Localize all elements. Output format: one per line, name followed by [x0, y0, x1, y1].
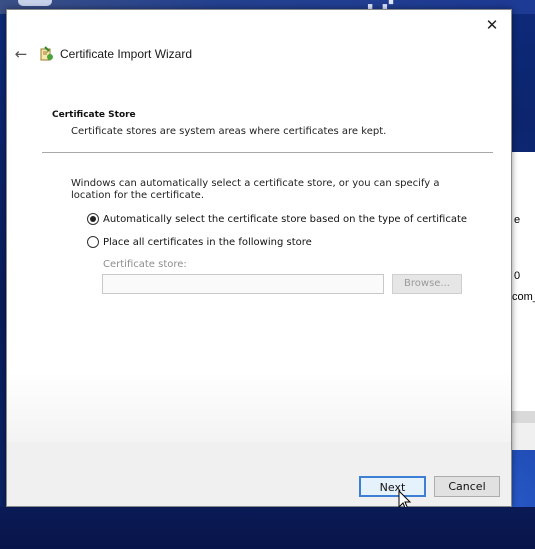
header-divider	[42, 152, 493, 153]
certificate-store-input[interactable]	[102, 274, 384, 294]
bg-text-fragment: e	[514, 214, 521, 226]
certificate-import-wizard: ✕ ← Certificate Import Wizard Certificat…	[6, 9, 512, 511]
cancel-button[interactable]: Cancel	[434, 476, 500, 497]
section-description: Certificate stores are system areas wher…	[71, 126, 387, 137]
taskbar-area	[0, 507, 535, 549]
desktop-cloud-shape	[18, 0, 52, 6]
section-title: Certificate Store	[52, 110, 136, 120]
option-auto-select[interactable]: Automatically select the certificate sto…	[87, 212, 467, 226]
bg-footer	[511, 423, 535, 450]
back-arrow-button[interactable]: ←	[11, 44, 31, 64]
option-auto-select-label: Automatically select the certificate sto…	[103, 213, 468, 225]
content-fade	[7, 372, 511, 444]
intro-text: Windows can automatically select a certi…	[71, 178, 440, 201]
browse-button[interactable]: Browse...	[392, 274, 462, 294]
certificate-icon	[40, 46, 53, 61]
option-place-in-store[interactable]: Place all certificates in the following …	[87, 235, 312, 249]
window-title: Certificate Import Wizard	[60, 47, 193, 61]
radio-button[interactable]	[87, 236, 99, 248]
background-window: e 0 com_	[510, 152, 535, 450]
next-button[interactable]: Next	[359, 476, 426, 497]
bg-text-fragment: com_	[512, 291, 535, 303]
radio-button-selected[interactable]	[87, 213, 99, 225]
bg-scroll-band	[511, 411, 535, 423]
bg-text-fragment: 0	[514, 270, 521, 282]
close-button[interactable]: ✕	[480, 14, 504, 36]
certificate-store-label: Certificate store:	[103, 259, 187, 270]
option-place-in-store-label: Place all certificates in the following …	[103, 236, 312, 248]
